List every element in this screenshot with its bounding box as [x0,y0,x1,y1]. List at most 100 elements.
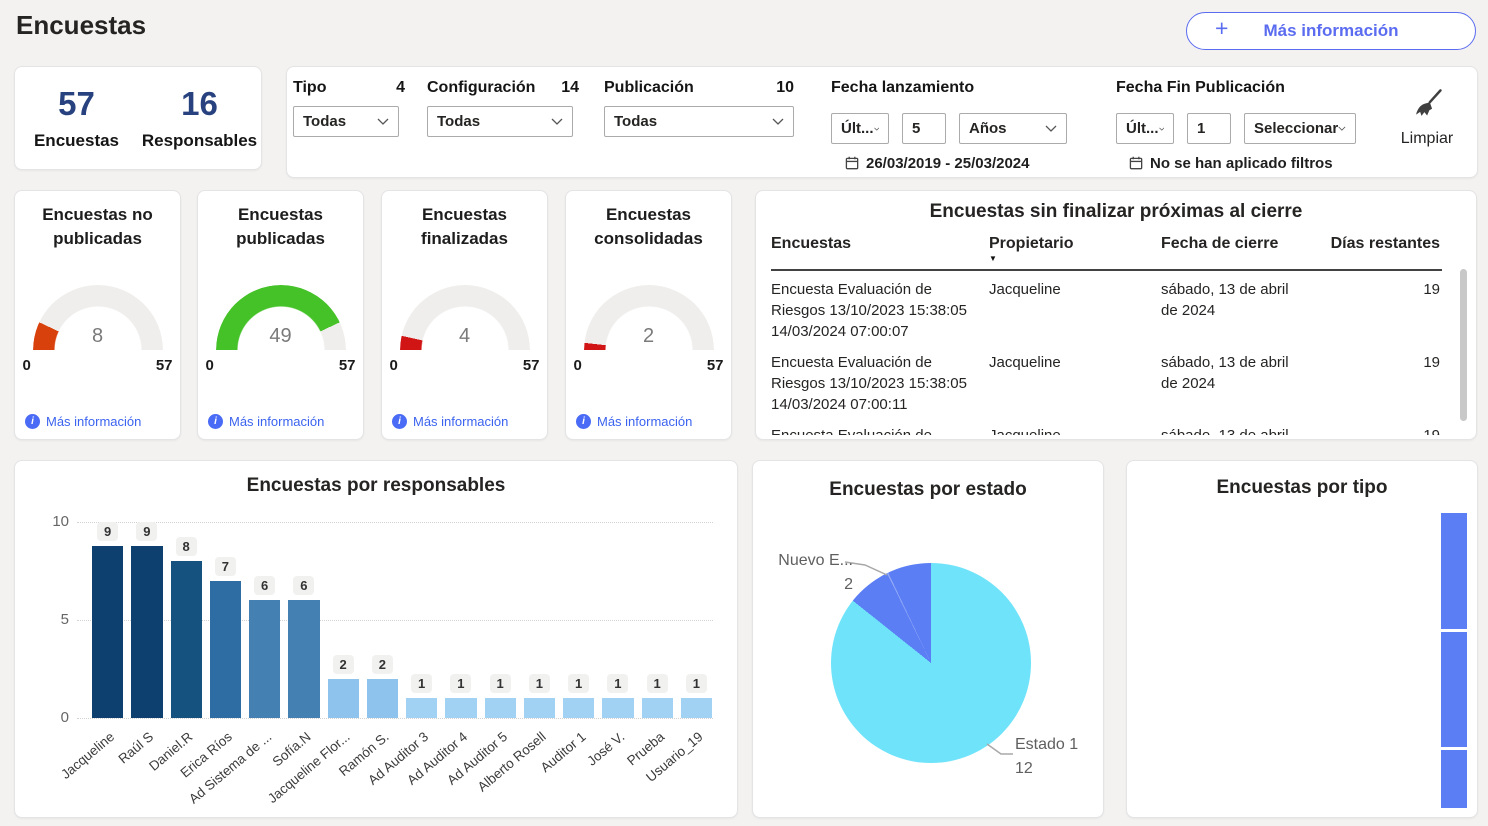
filter-launch-number-input[interactable]: 5 [902,113,946,144]
treemap-small-node-0[interactable] [1441,513,1467,629]
table-title: Encuestas sin finalizar próximas al cier… [756,201,1476,223]
bar-Daniel.R[interactable]: 8 [171,522,202,718]
bar-Auditor 1[interactable]: 1 [563,522,594,718]
cell-dias: 19 [1329,425,1442,435]
bar-data-label: 1 [411,674,432,693]
clear-filters-button[interactable]: Limpiar [1391,87,1463,148]
filter-end-number-input[interactable]: 1 [1187,113,1231,144]
gauge-title: Encuestas no publicadas [23,203,172,251]
gauge-min: 0 [574,357,582,374]
bar-Ad Auditor 5[interactable]: 1 [485,522,516,718]
treemap-small-node-2[interactable] [1441,750,1467,808]
bar-Erica Ríos[interactable]: 7 [210,522,241,718]
bar-rect [642,698,673,718]
bar-Ad Sistema de ...[interactable]: 6 [249,522,280,718]
bar-Jacqueline[interactable]: 9 [92,522,123,718]
filter-end-mode-dropdown[interactable]: Últ... [1116,113,1174,144]
bar-rect [249,600,280,718]
table-row-0[interactable]: Encuesta Evaluación de Riesgos 13/10/202… [771,279,1442,342]
bar-Ad Auditor 4[interactable]: 1 [445,522,476,718]
filter-end-unit-dropdown[interactable]: Seleccionar [1244,113,1356,144]
filter-config-count: 14 [561,79,579,97]
gauge-value: 2 [584,325,714,348]
kpi-owners-label: Responsables [138,131,261,151]
chevron-down-icon [1045,125,1057,132]
gauge-visual[interactable]: 49 [216,285,346,351]
sort-desc-icon: ▼ [989,254,1161,263]
bar-data-label: 1 [490,674,511,693]
bar-Jacqueline Flor...[interactable]: 2 [328,522,359,718]
pie-chart-card: Encuestas por estado Nuevo E... 2 Estado… [752,460,1104,818]
x-axis-label: José V. [602,723,633,813]
bar-rect [367,679,398,718]
bar-data-label: 8 [176,537,197,556]
filter-launch-mode-dropdown[interactable]: Últ... [831,113,889,144]
column-header-propietario[interactable]: Propietario▼ [989,235,1161,263]
gauge-min: 0 [23,357,31,374]
bar-data-label: 1 [568,674,589,693]
calendar-filter-icon [1129,156,1144,171]
more-info-link[interactable]: iMás información [25,414,141,429]
chevron-down-icon [772,118,784,125]
bar-data-label: 6 [293,576,314,595]
table-row-1[interactable]: Encuesta Evaluación de Riesgos 13/10/202… [771,352,1442,415]
treemap-small-node-1[interactable] [1441,632,1467,748]
bar-rect [485,698,516,718]
chevron-down-icon [551,118,563,125]
filter-tipo: Tipo 4 Todas [293,79,405,137]
cell-fecha: sábado, 13 de abril de 2024 [1161,352,1329,415]
table-row-2[interactable]: Encuesta Evaluación de ...Jacquelinesába… [771,425,1442,435]
filter-config-dropdown[interactable]: Todas [427,106,573,137]
bar-Sofía.N[interactable]: 6 [288,522,319,718]
bar-rect [328,679,359,718]
gauge-visual[interactable]: 8 [33,285,163,351]
table-scrollbar[interactable] [1460,269,1467,421]
filter-pub-dropdown[interactable]: Todas [604,106,794,137]
more-info-link[interactable]: iMás información [392,414,508,429]
gauge-title: Encuestas consolidadas [574,203,723,251]
bar-Ramón S.[interactable]: 2 [367,522,398,718]
gauge-visual[interactable]: 2 [584,285,714,351]
bar-Raúl S[interactable]: 9 [131,522,162,718]
filter-launch-unit-dropdown[interactable]: Años [959,113,1067,144]
more-info-link[interactable]: iMás información [576,414,692,429]
more-info-button-label: Más información [1263,21,1398,41]
table-body: Encuesta Evaluación de Riesgos 13/10/202… [771,279,1442,435]
gauge-visual[interactable]: 4 [400,285,530,351]
column-header-encuestas[interactable]: Encuestas [771,235,989,263]
filter-launch-label: Fecha lanzamiento [831,79,974,97]
treemap-node-elementos[interactable]: Elementos, Riesgos y Controles 52 [1141,513,1438,808]
filter-end-number-value: 1 [1197,120,1205,137]
bar-data-label: 9 [136,522,157,541]
filter-tipo-dropdown[interactable]: Todas [293,106,399,137]
bar-Ad Auditor 3[interactable]: 1 [406,522,437,718]
bar-Usuario_19[interactable]: 1 [681,522,712,718]
filter-launch-mode-value: Últ... [841,120,874,137]
bar-data-label: 2 [372,655,393,674]
column-header-dias[interactable]: Días restantes [1329,235,1442,263]
kpi-owners: 16 Responsables [138,85,261,169]
bar-rect [131,546,162,718]
filter-end-status: No se han aplicado filtros [1129,155,1333,172]
bar-data-label: 9 [97,522,118,541]
gauge-card-0: Encuestas no publicadas8057iMás informac… [14,190,181,440]
more-info-button[interactable]: + Más información [1186,12,1476,50]
more-info-link[interactable]: iMás información [208,414,324,429]
gauge-card-2: Encuestas finalizadas4057iMás informació… [381,190,548,440]
filter-pub-count: 10 [776,79,794,97]
filter-publicacion: Publicación 10 Todas [604,79,794,137]
bar-Prueba[interactable]: 1 [642,522,673,718]
column-header-fecha[interactable]: Fecha de cierre [1161,235,1329,263]
bar-plot-area: 9987662211111111 [92,522,712,718]
more-info-link-label: Más información [413,414,508,429]
bar-José V.[interactable]: 1 [602,522,633,718]
bar-rect [406,698,437,718]
bar-Alberto Rosell[interactable]: 1 [524,522,555,718]
filter-tipo-count: 4 [396,79,405,97]
bar-chart-card: Encuestas por responsables 10 5 0 998766… [14,460,738,818]
table-header-row: Encuestas Propietario▼ Fecha de cierre D… [771,235,1442,271]
chevron-down-icon [874,126,880,132]
gauge-value: 8 [33,325,163,348]
more-info-link-label: Más información [229,414,324,429]
page-title: Encuestas [16,10,146,41]
